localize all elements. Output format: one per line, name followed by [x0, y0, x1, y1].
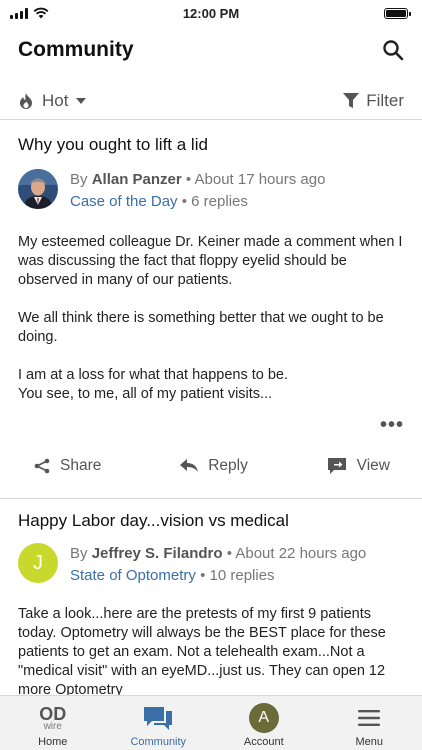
hamburger-icon: [358, 710, 381, 726]
search-icon[interactable]: [382, 39, 404, 61]
post-paragraph: Take a look...here are the pretests of m…: [18, 606, 386, 695]
reply-button[interactable]: Reply: [180, 457, 248, 475]
status-bar: 12:00 PM: [0, 0, 422, 26]
avatar[interactable]: J: [18, 543, 58, 583]
share-button[interactable]: Share: [34, 457, 101, 475]
avatar: A: [248, 703, 279, 733]
tab-account[interactable]: A Account: [211, 696, 317, 750]
post-title[interactable]: Why you ought to lift a lid: [18, 121, 404, 165]
post-paragraph: My esteemed colleague Dr. Keiner made a …: [18, 234, 403, 288]
post-category[interactable]: State of Optometry: [70, 567, 196, 584]
tab-label: Community: [130, 736, 187, 748]
filter-icon: [343, 92, 360, 108]
post-title[interactable]: Happy Labor day...vision vs medical: [18, 499, 404, 539]
tab-community[interactable]: Community: [106, 696, 212, 750]
share-icon: [34, 458, 50, 474]
post-replies: 10 replies: [209, 567, 275, 584]
tab-menu[interactable]: Menu: [317, 696, 422, 750]
feed-toolbar: Hot Filter: [0, 82, 422, 120]
tab-bar: OD wire Home Community A Account Menu: [0, 695, 422, 750]
od-wire-logo: OD wire: [39, 703, 66, 733]
post-card[interactable]: Why you ought to lift a lid By Allan Pan…: [0, 121, 422, 486]
share-label: Share: [60, 457, 102, 474]
view-icon: [327, 458, 346, 474]
post-paragraph: I am at a loss for what that happens to …: [18, 367, 289, 402]
post-paragraph: We all think there is something better t…: [18, 310, 384, 345]
tab-label: Account: [243, 736, 284, 748]
sort-label: Hot: [42, 90, 69, 110]
post-author[interactable]: Jeffrey S. Filandro: [92, 545, 223, 562]
post-feed[interactable]: Why you ought to lift a lid By Allan Pan…: [0, 121, 422, 695]
post-author[interactable]: Allan Panzer: [92, 171, 182, 188]
post-time: About 22 hours ago: [235, 545, 367, 562]
cellular-signal-icon: [10, 7, 28, 19]
battery-icon: [384, 7, 411, 19]
post-body[interactable]: Take a look...here are the pretests of m…: [18, 605, 404, 695]
avatar-initial: J: [33, 551, 43, 574]
post-body[interactable]: My esteemed colleague Dr. Keiner made a …: [18, 233, 404, 404]
view-button[interactable]: View: [327, 457, 390, 475]
more-options-icon[interactable]: •••: [18, 415, 404, 446]
post-card[interactable]: Happy Labor day...vision vs medical J By…: [0, 499, 422, 695]
logo-wire: wire: [43, 720, 62, 732]
sort-dropdown[interactable]: Hot: [18, 90, 87, 111]
avatar-initial: A: [258, 709, 270, 726]
post-meta: By Allan Panzer • About 17 hours ago Cas…: [18, 169, 404, 213]
chat-bubbles-icon: [144, 707, 173, 730]
status-time: 12:00 PM: [182, 5, 240, 21]
flame-icon: [20, 92, 32, 109]
app-header: Community: [0, 30, 422, 70]
reply-label: Reply: [208, 457, 248, 474]
tab-label: Menu: [355, 736, 384, 748]
tab-label: Home: [38, 736, 68, 748]
post-category[interactable]: Case of the Day: [70, 193, 178, 210]
filter-label: Filter: [366, 90, 404, 110]
post-meta: J By Jeffrey S. Filandro • About 22 hour…: [18, 543, 404, 587]
page-title: Community: [18, 38, 134, 61]
post-by-label: By: [70, 545, 88, 562]
post-actions: Share Reply View: [18, 446, 404, 486]
view-label: View: [356, 457, 390, 474]
post-time: About 17 hours ago: [194, 171, 326, 188]
post-by-label: By: [70, 171, 88, 188]
avatar[interactable]: [18, 169, 58, 209]
post-replies: 6 replies: [191, 193, 248, 210]
filter-button[interactable]: Filter: [343, 91, 404, 111]
caret-down-icon: [76, 97, 87, 104]
wifi-icon: [33, 7, 49, 19]
tab-home[interactable]: OD wire Home: [0, 696, 106, 750]
status-indicators: [10, 7, 49, 19]
reply-icon: [180, 459, 199, 472]
logo-od: OD: [39, 703, 67, 724]
